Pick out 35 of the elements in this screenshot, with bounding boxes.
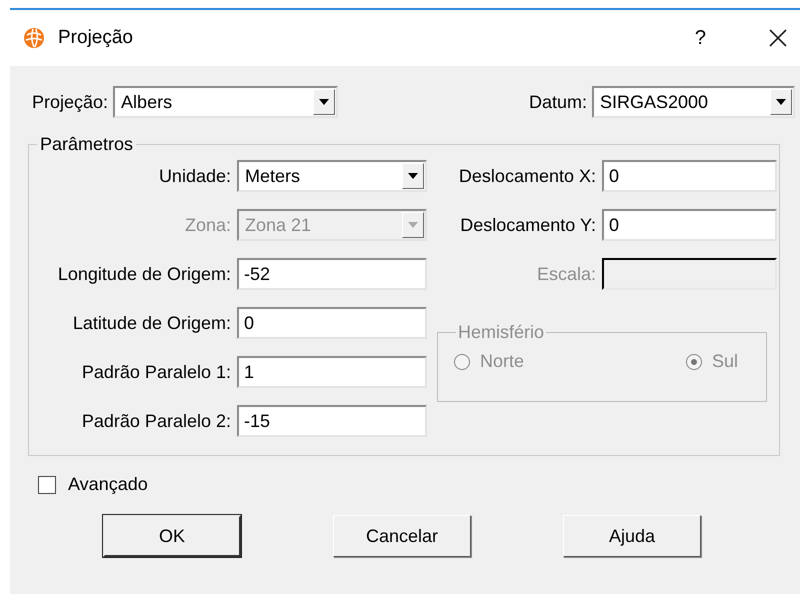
help-button[interactable]: ? xyxy=(694,26,706,50)
field-label: Unidade: xyxy=(158,166,231,186)
dialog-button[interactable]: Ajuda xyxy=(563,515,701,557)
field-label: Padrão Paralelo 1: xyxy=(82,362,231,382)
dialog-button[interactable]: OK xyxy=(103,515,241,557)
projection-dropdown[interactable]: Albers xyxy=(113,86,338,118)
field-label: Latitude de Origem: xyxy=(72,312,231,334)
group-title: Parâmetros xyxy=(39,134,134,155)
datum-label: Datum: xyxy=(528,92,587,112)
field-label: Escala: xyxy=(536,264,596,284)
field-label: Zona: xyxy=(184,214,231,236)
datum-dropdown[interactable]: SIRGAS2000 xyxy=(592,86,795,118)
input-field[interactable]: 0 xyxy=(602,209,777,241)
input-field[interactable]: -15 xyxy=(237,405,427,437)
field-label: Longitude de Origem: xyxy=(58,264,231,284)
window-title: Projeção xyxy=(58,27,133,49)
globe-icon xyxy=(22,26,46,50)
dropdown-arrow-icon xyxy=(408,173,418,179)
input-field[interactable]: 0 xyxy=(237,307,427,339)
field-label: Deslocamento X: xyxy=(458,166,596,186)
input-field[interactable]: 1 xyxy=(237,356,427,388)
dialog-button[interactable]: Cancelar xyxy=(333,515,471,557)
input-field[interactable]: 0 xyxy=(602,160,777,192)
field-label: Padrão Paralelo 2: xyxy=(82,410,231,432)
dropdown-arrow-icon xyxy=(408,222,418,228)
checkbox-label[interactable]: Avançado xyxy=(68,474,148,495)
projection-label: Projeção: xyxy=(32,92,108,112)
dropdown-arrow-icon xyxy=(776,99,786,105)
group-title: Hemisfério xyxy=(457,322,546,343)
field-label: Deslocamento Y: xyxy=(460,214,596,236)
dropdown-arrow-icon xyxy=(319,99,330,105)
dropdown[interactable]: Meters xyxy=(237,160,427,192)
checkbox[interactable] xyxy=(38,476,56,494)
close-icon[interactable] xyxy=(768,28,788,48)
input-field[interactable]: -52 xyxy=(237,258,427,290)
